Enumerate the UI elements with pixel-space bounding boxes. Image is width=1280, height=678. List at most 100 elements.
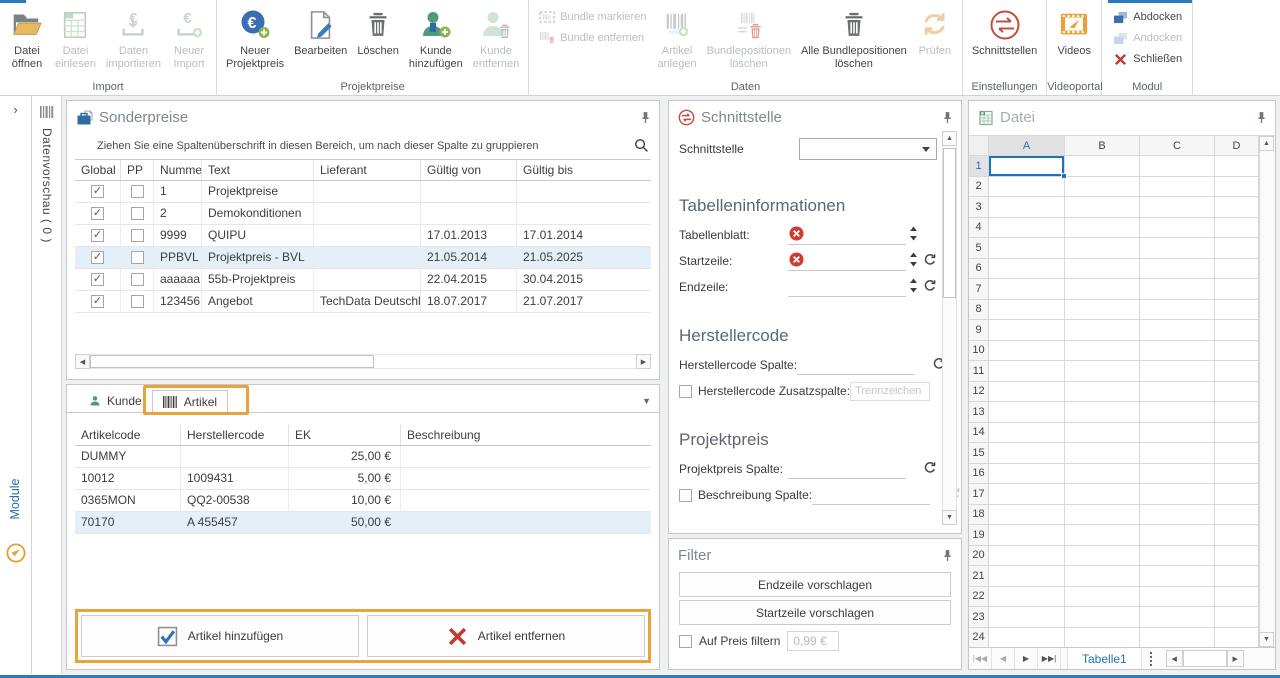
ribbon-button-bearbeiten[interactable]: Bearbeiten <box>289 3 352 58</box>
cell-d15[interactable] <box>1215 443 1259 464</box>
sidebar-tab-datenvorschau[interactable]: Datenvorschau ( 0 ) <box>40 128 54 243</box>
cell-d4[interactable] <box>1215 218 1259 239</box>
cell-c14[interactable] <box>1140 423 1215 444</box>
row-header-4[interactable]: 4 <box>969 218 989 239</box>
global-checkbox[interactable] <box>91 295 104 308</box>
scrollbar-thumb[interactable] <box>90 355 374 368</box>
cell-a10[interactable] <box>989 341 1065 362</box>
previous-sheet-icon[interactable]: ◀ <box>992 648 1015 669</box>
cell-d13[interactable] <box>1215 402 1259 423</box>
cell-b17[interactable] <box>1065 484 1140 505</box>
table-row[interactable]: aaaaaa...55b-Projektpreis22.04.201530.04… <box>75 269 651 291</box>
column-header-gültig-von[interactable]: Gültig von <box>421 160 517 180</box>
cell-b4[interactable] <box>1065 218 1140 239</box>
row-header-21[interactable]: 21 <box>969 566 989 587</box>
row-header-22[interactable]: 22 <box>969 587 989 608</box>
cell-c3[interactable] <box>1140 197 1215 218</box>
row-header-8[interactable]: 8 <box>969 300 989 321</box>
scroll-right-icon[interactable]: ▶ <box>1227 650 1244 667</box>
row-header-17[interactable]: 17 <box>969 484 989 505</box>
cell-c10[interactable] <box>1140 341 1215 362</box>
cell-a14[interactable] <box>989 423 1065 444</box>
row-header-19[interactable]: 19 <box>969 525 989 546</box>
column-header-lieferant[interactable]: Lieferant <box>314 160 421 180</box>
table-row[interactable]: 0365MONQQ2-0053810,00 € <box>75 490 651 512</box>
cell-d22[interactable] <box>1215 587 1259 608</box>
ribbon-button-schließen[interactable]: Schließen <box>1112 52 1182 66</box>
column-header-d[interactable]: D <box>1215 136 1259 156</box>
pin-icon[interactable] <box>943 549 952 562</box>
cell-d21[interactable] <box>1215 566 1259 587</box>
cell-a16[interactable] <box>989 464 1065 485</box>
row-header-9[interactable]: 9 <box>969 320 989 341</box>
cell-d9[interactable] <box>1215 320 1259 341</box>
cell-a3[interactable] <box>989 197 1065 218</box>
column-header-herstellercode[interactable]: Herstellercode <box>181 425 289 445</box>
select-all-corner[interactable] <box>969 136 989 156</box>
column-header-a[interactable]: A <box>989 136 1065 156</box>
text-input[interactable] <box>788 278 906 297</box>
scroll-down-icon[interactable]: ▼ <box>942 510 957 525</box>
ribbon-button-kunde-hinzufügen[interactable]: Kundehinzufügen <box>404 3 468 70</box>
spinner[interactable] <box>909 278 918 296</box>
cell-b15[interactable] <box>1065 443 1140 464</box>
text-input[interactable] <box>788 460 906 479</box>
column-header-artikelcode[interactable]: Artikelcode <box>75 425 181 445</box>
text-input[interactable] <box>797 356 915 375</box>
scroll-right-icon[interactable]: ▶ <box>636 354 651 369</box>
row-header-20[interactable]: 20 <box>969 546 989 567</box>
sidebar-expand-chevron[interactable]: › <box>0 102 31 117</box>
ribbon-button-neuer-projektpreis[interactable]: €NeuerProjektpreis <box>221 3 289 70</box>
row-header-12[interactable]: 12 <box>969 382 989 403</box>
column-header-beschreibung[interactable]: Beschreibung <box>401 425 651 445</box>
column-header-gültig-bis[interactable]: Gültig bis <box>517 160 651 180</box>
cell-d24[interactable] <box>1215 628 1259 649</box>
global-checkbox[interactable] <box>91 273 104 286</box>
pin-icon[interactable] <box>1257 111 1266 124</box>
cell-b6[interactable] <box>1065 259 1140 280</box>
cell-a9[interactable] <box>989 320 1065 341</box>
cell-c11[interactable] <box>1140 361 1215 382</box>
row-header-18[interactable]: 18 <box>969 505 989 526</box>
row-header-10[interactable]: 10 <box>969 341 989 362</box>
ribbon-button-datei-öffnen[interactable]: Dateiöffnen <box>4 3 50 70</box>
cell-c17[interactable] <box>1140 484 1215 505</box>
schnittstelle-combobox[interactable] <box>799 138 937 160</box>
column-header-c[interactable]: C <box>1140 136 1215 156</box>
tab-artikel[interactable]: Artikel <box>152 390 228 414</box>
first-sheet-icon[interactable]: |◀◀ <box>969 648 992 669</box>
cell-a11[interactable] <box>989 361 1065 382</box>
column-header-global[interactable]: Global <box>75 160 121 180</box>
cell-a23[interactable] <box>989 607 1065 628</box>
cell-c6[interactable] <box>1140 259 1215 280</box>
cell-c5[interactable] <box>1140 238 1215 259</box>
row-header-5[interactable]: 5 <box>969 238 989 259</box>
cell-c4[interactable] <box>1140 218 1215 239</box>
cell-a8[interactable] <box>989 300 1065 321</box>
startzeile-vorschlagen-button[interactable]: Startzeile vorschlagen <box>679 600 951 625</box>
ribbon-button-alle-bundlepositionen-löschen[interactable]: Alle Bundlepositionenlöschen <box>796 3 912 70</box>
row-header-11[interactable]: 11 <box>969 361 989 382</box>
cell-d12[interactable] <box>1215 382 1259 403</box>
row-header-16[interactable]: 16 <box>969 464 989 485</box>
cell-d16[interactable] <box>1215 464 1259 485</box>
pp-checkbox[interactable] <box>131 295 144 308</box>
row-header-7[interactable]: 7 <box>969 279 989 300</box>
ribbon-button-schnittstellen[interactable]: Schnittstellen <box>967 3 1042 58</box>
scroll-down-icon[interactable]: ▼ <box>1259 632 1274 647</box>
cell-b1[interactable] <box>1065 156 1140 177</box>
cell-b18[interactable] <box>1065 505 1140 526</box>
cell-a17[interactable] <box>989 484 1065 505</box>
text-input[interactable] <box>788 226 906 245</box>
auf-preis-filtern-checkbox[interactable] <box>679 635 692 648</box>
row-header-1[interactable]: 1 <box>969 156 989 177</box>
column-header-pp[interactable]: PP <box>121 160 154 180</box>
cell-c21[interactable] <box>1140 566 1215 587</box>
cell-b2[interactable] <box>1065 177 1140 198</box>
search-icon[interactable] <box>634 138 649 153</box>
cell-a13[interactable] <box>989 402 1065 423</box>
cell-b23[interactable] <box>1065 607 1140 628</box>
pin-icon[interactable] <box>641 111 650 124</box>
cell-b24[interactable] <box>1065 628 1140 649</box>
column-header-b[interactable]: B <box>1065 136 1140 156</box>
